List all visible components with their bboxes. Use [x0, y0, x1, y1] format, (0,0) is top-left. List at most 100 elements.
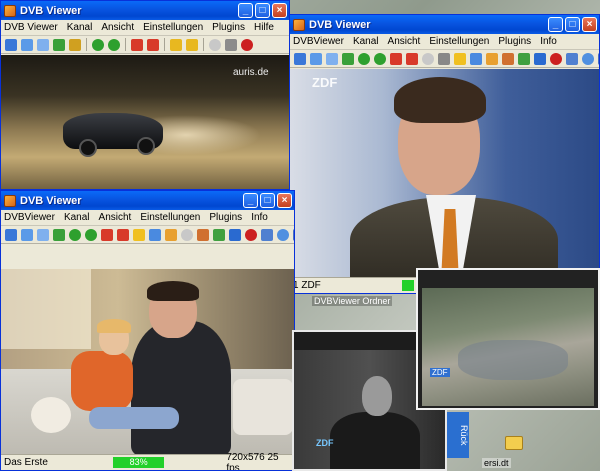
menu-dvbviewer[interactable]: DVB Viewer: [4, 22, 58, 33]
minimize-button[interactable]: _: [238, 3, 253, 18]
schedule-icon[interactable]: [566, 52, 578, 65]
next-channel-icon[interactable]: [108, 38, 120, 51]
video-car-scene: auris.de: [1, 55, 289, 189]
desktop-mode-icon[interactable]: [326, 52, 338, 65]
fullscreen-icon[interactable]: [5, 38, 17, 51]
menu-info[interactable]: Info: [251, 212, 268, 223]
minimize-button[interactable]: _: [548, 17, 563, 32]
menu-hilfe[interactable]: Hilfe: [254, 22, 274, 33]
plugin-icon[interactable]: [502, 52, 514, 65]
previous-channel-icon[interactable]: [358, 52, 370, 65]
car-wheel-rear: [137, 137, 155, 155]
desktop-folder-icon[interactable]: [505, 436, 523, 450]
timeshift-icon[interactable]: [209, 38, 221, 51]
status-channel-label: Das Erste: [4, 457, 48, 468]
favorite-star-icon[interactable]: [133, 228, 145, 241]
menu-plugins[interactable]: Plugins: [212, 22, 245, 33]
record-icon[interactable]: [245, 228, 257, 241]
tools-icon[interactable]: [534, 52, 546, 65]
next-channel-icon[interactable]: [374, 52, 386, 65]
window-1-titlebar[interactable]: DVB Viewer _ □ ×: [1, 1, 289, 20]
zdf-channel-logo: ZDF: [312, 75, 338, 90]
status-channel-label: 1 ZDF: [293, 280, 321, 291]
window-mode-icon[interactable]: [21, 228, 33, 241]
recorder-icon[interactable]: [486, 52, 498, 65]
epg-icon[interactable]: [53, 228, 65, 241]
pause-icon[interactable]: [225, 38, 237, 51]
close-button[interactable]: ×: [582, 17, 597, 32]
window-mode-icon[interactable]: [21, 38, 33, 51]
recorder-icon[interactable]: [165, 228, 177, 241]
forward-icon[interactable]: [406, 52, 418, 65]
maximize-button[interactable]: □: [565, 17, 580, 32]
dvbviewer-window-3[interactable]: DVB Viewer _ □ × DVBViewer Kanal Ansicht…: [0, 190, 295, 471]
timeshift-icon[interactable]: [181, 228, 193, 241]
menu-plugins[interactable]: Plugins: [209, 212, 242, 223]
forward-icon[interactable]: [117, 228, 129, 241]
menu-einstellungen[interactable]: Einstellungen: [143, 22, 203, 33]
desktop-mode-icon[interactable]: [37, 38, 49, 51]
car-wheel-front: [79, 139, 97, 157]
window-2-titlebar[interactable]: DVB Viewer _ □ ×: [290, 15, 599, 34]
menu-dvbviewer[interactable]: DVBViewer: [293, 36, 344, 47]
timeshift-icon[interactable]: [422, 52, 434, 65]
fullscreen-icon[interactable]: [5, 228, 17, 241]
help-icon[interactable]: [293, 228, 294, 241]
clock-icon[interactable]: [277, 228, 289, 241]
record-icon[interactable]: [550, 52, 562, 65]
back-icon[interactable]: [390, 52, 402, 65]
video-window-aerial[interactable]: ZDF Rück: [416, 268, 600, 410]
menu-ansicht[interactable]: Ansicht: [388, 36, 421, 47]
undo-icon[interactable]: [149, 228, 161, 241]
previous-channel-icon[interactable]: [92, 38, 104, 51]
window-3-titlebar[interactable]: DVB Viewer _ □ ×: [1, 191, 294, 210]
undo-icon[interactable]: [470, 52, 482, 65]
back-icon[interactable]: [131, 38, 143, 51]
window-mode-icon[interactable]: [310, 52, 322, 65]
tools-icon[interactable]: [229, 228, 241, 241]
favorite-star-icon[interactable]: [454, 52, 466, 65]
plugin-icon[interactable]: [197, 228, 209, 241]
menu-einstellungen[interactable]: Einstellungen: [429, 36, 489, 47]
volume-down-icon[interactable]: [170, 38, 182, 51]
maximize-button[interactable]: □: [260, 193, 275, 208]
record-icon[interactable]: [241, 38, 253, 51]
volume-up-icon[interactable]: [186, 38, 198, 51]
picture-icon[interactable]: [518, 52, 530, 65]
schedule-icon[interactable]: [261, 228, 273, 241]
watermark-text: auris.de: [233, 67, 269, 78]
menu-kanal[interactable]: Kanal: [353, 36, 379, 47]
app-icon: [4, 4, 16, 17]
menu-ansicht[interactable]: Ansicht: [99, 212, 132, 223]
settings-icon[interactable]: [69, 38, 81, 51]
menu-einstellungen[interactable]: Einstellungen: [140, 212, 200, 223]
picture-icon[interactable]: [213, 228, 225, 241]
clock-icon[interactable]: [582, 52, 594, 65]
window-3-title: DVB Viewer: [20, 194, 82, 207]
back-icon[interactable]: [101, 228, 113, 241]
teletext-icon[interactable]: [438, 52, 450, 65]
menu-kanal[interactable]: Kanal: [64, 212, 90, 223]
app-icon: [4, 194, 16, 207]
fullscreen-icon[interactable]: [294, 52, 306, 65]
epg-icon[interactable]: [53, 38, 65, 51]
app-icon: [293, 18, 305, 31]
desktop-mode-icon[interactable]: [37, 228, 49, 241]
close-button[interactable]: ×: [277, 193, 292, 208]
menu-kanal[interactable]: Kanal: [67, 22, 93, 33]
desktop-file-label[interactable]: ersi.dt: [482, 458, 511, 468]
maximize-button[interactable]: □: [255, 3, 270, 18]
minimize-button[interactable]: _: [243, 193, 258, 208]
menu-plugins[interactable]: Plugins: [498, 36, 531, 47]
menu-ansicht[interactable]: Ansicht: [101, 22, 134, 33]
menu-info[interactable]: Info: [540, 36, 557, 47]
dvbviewer-window-1[interactable]: DVB Viewer _ □ × DVB Viewer Kanal Ansich…: [0, 0, 290, 190]
dvbviewer-window-2[interactable]: DVB Viewer _ □ × DVBViewer Kanal Ansicht…: [289, 14, 600, 294]
previous-channel-icon[interactable]: [69, 228, 81, 241]
desktop-folder-label[interactable]: DVBViewer Ordner: [312, 296, 393, 306]
epg-icon[interactable]: [342, 52, 354, 65]
forward-icon[interactable]: [147, 38, 159, 51]
menu-dvbviewer[interactable]: DVBViewer: [4, 212, 55, 223]
close-button[interactable]: ×: [272, 3, 287, 18]
next-channel-icon[interactable]: [85, 228, 97, 241]
